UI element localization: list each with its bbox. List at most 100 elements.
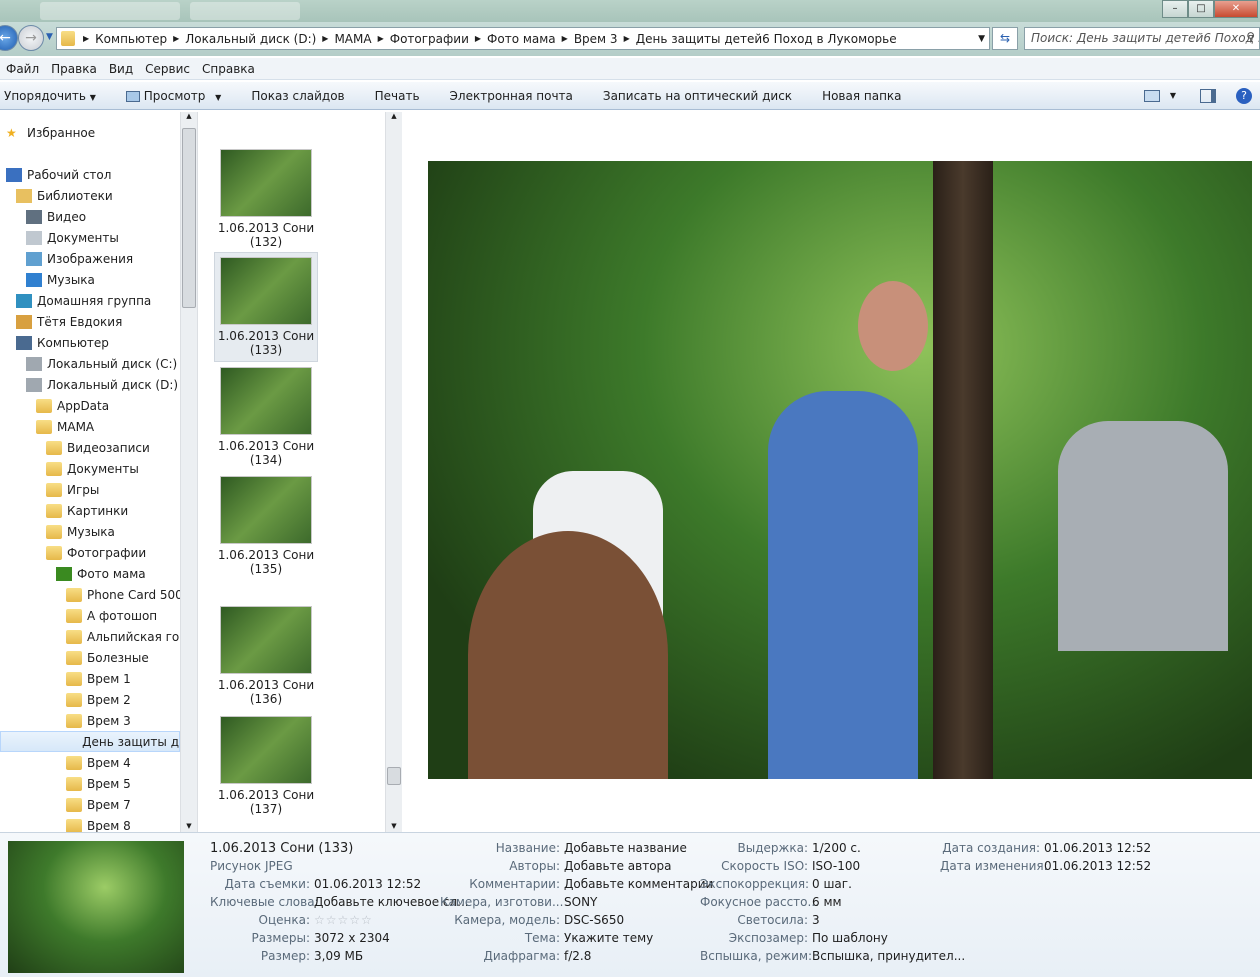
property-value[interactable]: 6 мм: [812, 895, 842, 909]
property-value[interactable]: f/2.8: [564, 949, 591, 963]
organize-button[interactable]: Упорядочить ▼: [0, 89, 111, 103]
nav-item-folder[interactable]: Игры: [46, 479, 99, 500]
property-col2[interactable]: Камера, модель: DSC-S650: [440, 913, 624, 931]
rating-stars[interactable]: ☆☆☆☆☆: [314, 913, 373, 927]
nav-item-folder[interactable]: Врем 3: [66, 710, 131, 731]
breadcrumb-separator[interactable]: ▶: [376, 34, 386, 43]
change-view-icon[interactable]: [1143, 89, 1160, 102]
breadcrumb-photos[interactable]: Фотографии: [386, 32, 473, 46]
breadcrumb-photo-mama[interactable]: Фото мама: [483, 32, 560, 46]
property-value[interactable]: 3: [812, 913, 820, 927]
property-col2[interactable]: Тема: Укажите тему: [440, 931, 653, 949]
property-col1[interactable]: Размер: 3,09 МБ: [210, 949, 363, 967]
nav-item-desktop[interactable]: Рабочий стол: [6, 164, 111, 185]
nav-scrollbar[interactable]: ▲ ▼: [180, 112, 197, 832]
nav-item-library[interactable]: Библиотеки: [16, 185, 113, 206]
scroll-up-icon[interactable]: ▲: [386, 112, 402, 120]
nav-item-folder[interactable]: Документы: [46, 458, 139, 479]
maximize-button[interactable]: □: [1188, 0, 1214, 18]
property-col4[interactable]: Дата создания: 01.06.2013 12:52: [940, 841, 1151, 859]
scroll-down-icon[interactable]: ▼: [386, 822, 402, 830]
property-value[interactable]: Добавьте комментарии: [564, 877, 713, 891]
property-value[interactable]: 0 шаг.: [812, 877, 852, 891]
breadcrumb-drive-d[interactable]: Локальный диск (D:): [181, 32, 320, 46]
thumbnail-item[interactable]: 1.06.2013 Сони (136): [214, 602, 318, 710]
breadcrumb-separator[interactable]: ▶: [171, 34, 181, 43]
print-button[interactable]: Печать: [360, 89, 435, 103]
property-col3[interactable]: Фокусное рассто...6 мм: [700, 895, 842, 913]
recent-pages-icon[interactable]: ▼: [46, 32, 53, 42]
nav-item-folder[interactable]: МАМА: [36, 416, 94, 437]
property-col3[interactable]: Экспозамер: По шаблону: [700, 931, 888, 949]
nav-item-folder[interactable]: AppData: [36, 395, 109, 416]
close-button[interactable]: ✕: [1214, 0, 1258, 18]
property-value[interactable]: 01.06.2013 12:52: [1044, 859, 1151, 873]
menu-tools[interactable]: Сервис: [139, 62, 196, 76]
property-value[interactable]: Добавьте автора: [564, 859, 672, 873]
nav-item-folder[interactable]: Альпийская горк: [66, 626, 194, 647]
breadcrumb-separator[interactable]: ▶: [622, 34, 632, 43]
property-value[interactable]: DSC-S650: [564, 913, 624, 927]
thumbnail-item[interactable]: 1.06.2013 Сони (134): [214, 363, 318, 471]
property-value[interactable]: ISO-100: [812, 859, 860, 873]
property-col3[interactable]: Выдержка: 1/200 с.: [700, 841, 861, 859]
nav-item-folder[interactable]: Фотографии: [46, 542, 146, 563]
nav-item-folder[interactable]: Врем 4: [66, 752, 131, 773]
nav-item-user[interactable]: Тётя Евдокия: [16, 311, 122, 332]
property-col3[interactable]: Экспокоррекция: 0 шаг.: [700, 877, 852, 895]
chevron-down-icon[interactable]: ▼: [1170, 91, 1176, 100]
new-folder-button[interactable]: Новая папка: [807, 89, 916, 103]
slideshow-button[interactable]: Показ слайдов: [236, 89, 359, 103]
nav-item-computer[interactable]: Компьютер: [16, 332, 109, 353]
property-col2[interactable]: Название: Добавьте название: [440, 841, 687, 859]
preview-pane-icon[interactable]: [1200, 88, 1216, 103]
address-bar[interactable]: ▶ Компьютер ▶ Локальный диск (D:) ▶ МАМА ▶ Ф…: [56, 27, 990, 50]
property-col2[interactable]: Камера, изготови...SONY: [440, 895, 597, 913]
property-value[interactable]: Укажите тему: [564, 931, 653, 945]
breadcrumb-current[interactable]: День защиты детей6 Поход в Лукоморье: [632, 32, 901, 46]
refresh-button[interactable]: ⇆: [992, 27, 1018, 50]
property-value[interactable]: 3,09 МБ: [314, 949, 363, 963]
property-col4[interactable]: Дата изменения:01.06.2013 12:52: [940, 859, 1151, 877]
property-col1[interactable]: Дата съемки: 01.06.2013 12:52: [210, 877, 422, 895]
nav-item-folder[interactable]: Болезные: [66, 647, 149, 668]
thumbnail-item[interactable]: 1.06.2013 Сони (132): [214, 145, 318, 253]
property-value[interactable]: 1/200 с.: [812, 841, 861, 855]
property-col3[interactable]: Светосила: 3: [700, 913, 820, 931]
property-col1[interactable]: Ключевые слова:Добавьте ключевое сл...: [210, 895, 469, 913]
nav-item-video[interactable]: Видео: [26, 206, 86, 227]
nav-item-image[interactable]: Изображения: [26, 248, 133, 269]
nav-item-tree[interactable]: Фото мама: [56, 563, 146, 584]
property-col1[interactable]: Оценка: ☆☆☆☆☆: [210, 913, 373, 931]
property-value[interactable]: SONY: [564, 895, 597, 909]
breadcrumb-vrem3[interactable]: Врем 3: [570, 32, 622, 46]
email-button[interactable]: Электронная почта: [435, 89, 588, 103]
thumbnail-item[interactable]: 1.06.2013 Сони (137): [214, 712, 318, 820]
nav-item-folder[interactable]: Врем 5: [66, 773, 131, 794]
nav-item-folder[interactable]: Врем 1: [66, 668, 131, 689]
burn-button[interactable]: Записать на оптический диск: [588, 89, 807, 103]
property-value[interactable]: 01.06.2013 12:52: [314, 877, 421, 891]
nav-item-folder[interactable]: Phone Card 500 м: [66, 584, 195, 605]
menu-edit[interactable]: Правка: [45, 62, 103, 76]
breadcrumb-separator[interactable]: ▶: [81, 34, 91, 43]
property-col2[interactable]: Комментарии: Добавьте комментарии: [440, 877, 713, 895]
property-value[interactable]: Добавьте название: [564, 841, 687, 855]
nav-item-folder[interactable]: Музыка: [46, 521, 115, 542]
nav-item-folder[interactable]: А фотошоп: [66, 605, 157, 626]
menu-help[interactable]: Справка: [196, 62, 261, 76]
nav-item-star[interactable]: ★ Избранное: [6, 122, 95, 143]
nav-item-drive[interactable]: Локальный диск (C:): [26, 353, 177, 374]
nav-item-folder[interactable]: Врем 2: [66, 689, 131, 710]
nav-item-folder[interactable]: Врем 7: [66, 794, 131, 815]
menu-file[interactable]: Файл: [0, 62, 45, 76]
nav-item-music[interactable]: Музыка: [26, 269, 95, 290]
nav-item-folder[interactable]: День защиты д: [0, 731, 180, 752]
scroll-up-icon[interactable]: ▲: [181, 112, 197, 120]
nav-item-folder[interactable]: Картинки: [46, 500, 128, 521]
forward-button[interactable]: →: [18, 25, 44, 51]
breadcrumb-separator[interactable]: ▶: [560, 34, 570, 43]
minimize-button[interactable]: –: [1162, 0, 1188, 18]
breadcrumb-separator[interactable]: ▶: [473, 34, 483, 43]
property-col1[interactable]: Размеры: 3072 x 2304: [210, 931, 389, 949]
